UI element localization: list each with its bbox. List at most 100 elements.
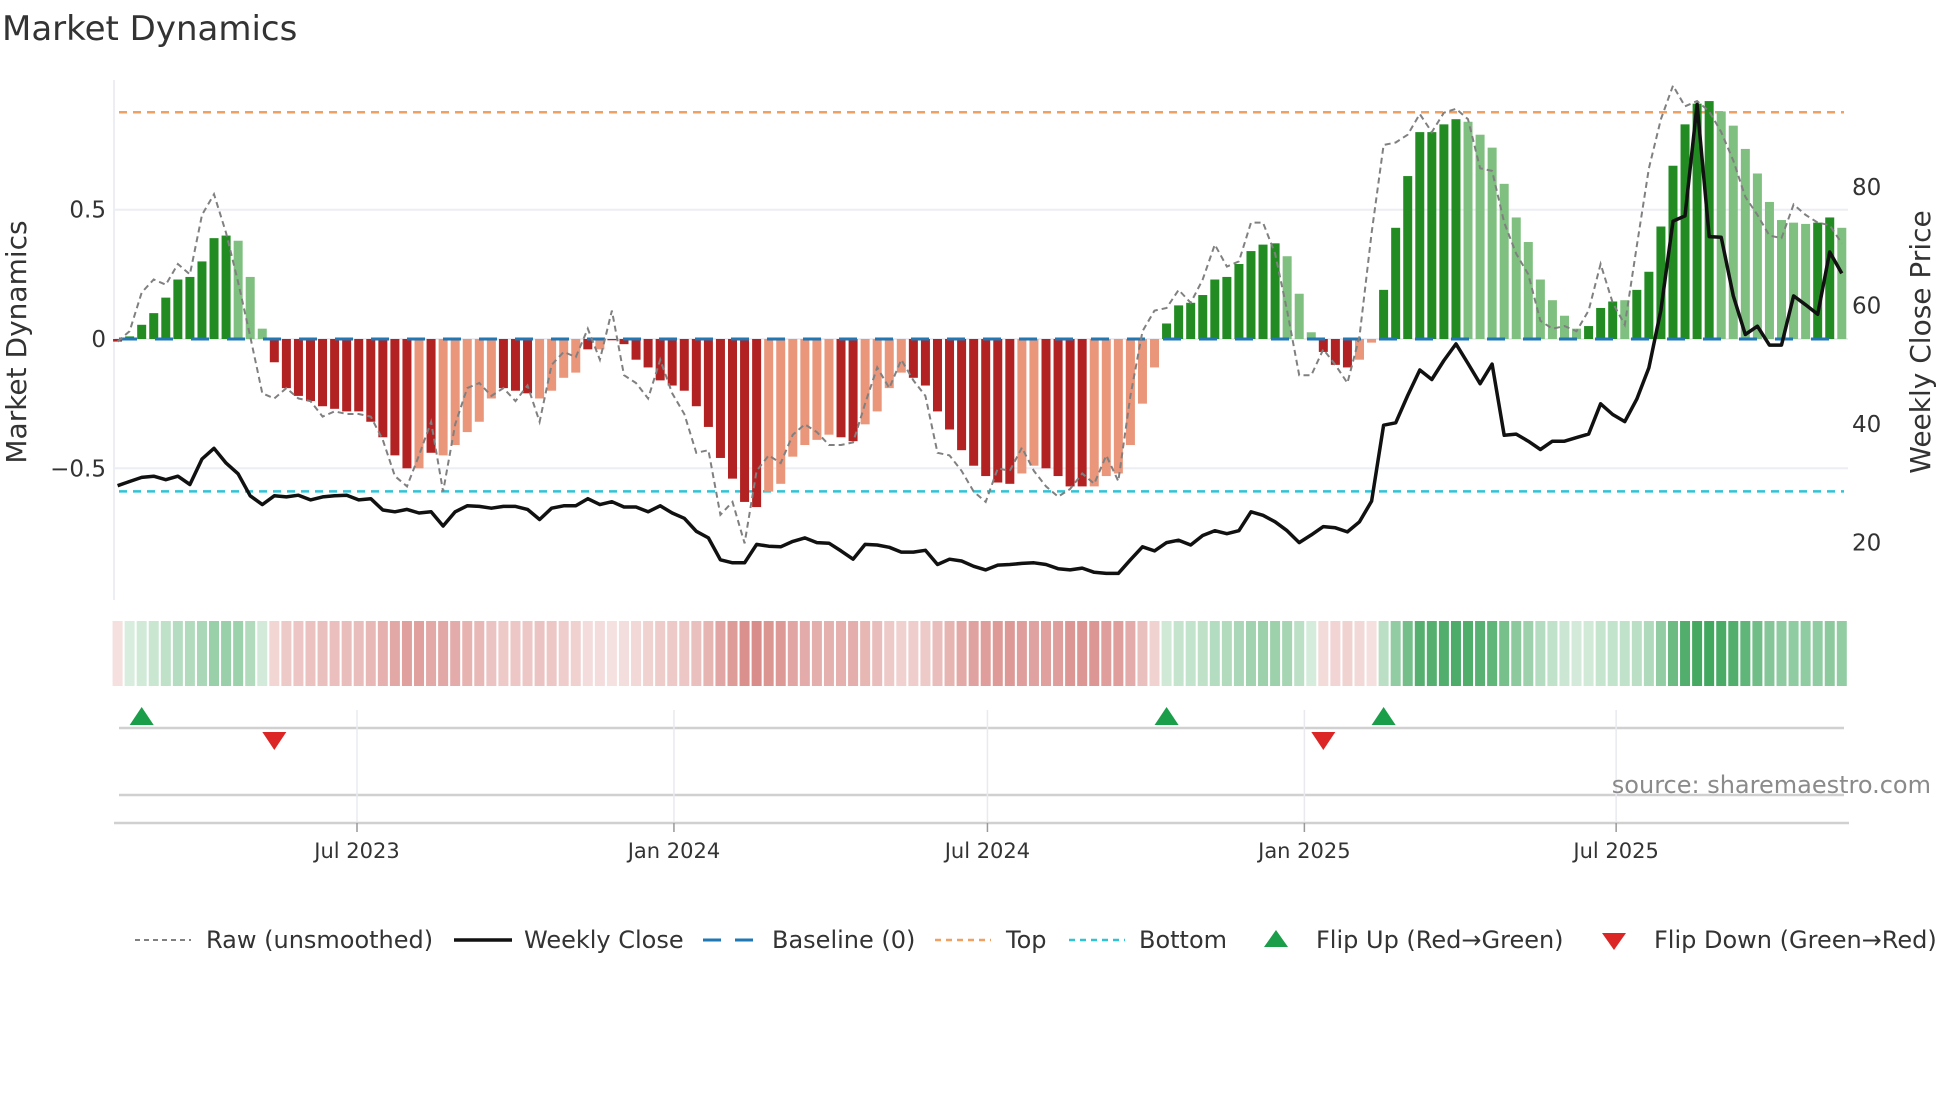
regime-strip-cell <box>365 621 376 686</box>
smoothed-bar <box>305 339 315 402</box>
regime-strip-cell <box>739 621 750 686</box>
regime-strip-cell <box>667 621 678 686</box>
smoothed-bar <box>764 339 774 492</box>
regime-strip-cell <box>558 621 569 686</box>
series-lines <box>116 83 1844 576</box>
smoothed-bar <box>1403 176 1413 339</box>
regime-strip-cell <box>1776 621 1787 686</box>
smoothed-bar <box>390 339 400 456</box>
regime-strip-cell <box>1475 621 1486 686</box>
date-tick-label: Jul 2023 <box>312 839 399 863</box>
regime-strip-cell <box>980 621 991 686</box>
regime-strip-cell <box>811 621 822 686</box>
smoothed-bar <box>1379 289 1389 339</box>
smoothed-bar <box>1041 339 1051 469</box>
smoothed-bar <box>1234 264 1244 339</box>
legend-flip-up-icon <box>1264 930 1288 947</box>
smoothed-bar <box>1342 339 1352 368</box>
smoothed-bar <box>740 339 750 502</box>
regime-strip-cell <box>848 621 859 686</box>
right-tick-label: 80 <box>1852 175 1881 201</box>
regime-strip-cell <box>631 621 642 686</box>
regime-strip-cell <box>655 621 666 686</box>
regime-strip-cell <box>1547 621 1558 686</box>
regime-strip-cell <box>221 621 232 686</box>
smoothed-bar <box>932 339 942 412</box>
regime-strip-cell <box>510 621 521 686</box>
smoothed-bar <box>583 339 593 350</box>
regime-strip-cell <box>172 621 183 686</box>
source-attribution: source: sharemaestro.com <box>1612 771 1931 799</box>
regime-strip-cell <box>438 621 449 686</box>
smoothed-bar <box>366 339 376 422</box>
smoothed-bar <box>1258 244 1268 339</box>
smoothed-bar <box>1789 222 1799 339</box>
smoothed-bar <box>993 339 1003 483</box>
smoothed-bar <box>438 339 448 456</box>
smoothed-bar <box>1415 132 1425 339</box>
regime-strip-cell <box>1643 621 1654 686</box>
regime-strip-cell <box>329 621 340 686</box>
smoothed-bar <box>957 339 967 451</box>
regime-strip-cell <box>1065 621 1076 686</box>
smoothed-bar <box>486 339 496 399</box>
regime-strip-cell <box>1438 621 1449 686</box>
regime-strip-cell <box>1667 621 1678 686</box>
regime-strip-cell <box>1788 621 1799 686</box>
regime-strip-cell <box>414 621 425 686</box>
regime-strip-cell <box>1571 621 1582 686</box>
smoothed-bar <box>1825 217 1835 339</box>
regime-strip-cell <box>305 621 316 686</box>
smoothed-bar <box>1125 339 1135 446</box>
regime-strip-cell <box>1270 621 1281 686</box>
smoothed-bar <box>1837 227 1847 339</box>
smoothed-bar <box>426 339 436 453</box>
regime-strip-cell <box>1245 621 1256 686</box>
regime-strip-cell <box>908 621 919 686</box>
regime-strip-cell <box>1366 621 1377 686</box>
smoothed-bar <box>1801 223 1811 339</box>
smoothed-bar <box>221 235 231 339</box>
smoothed-bar <box>969 339 979 466</box>
regime-strip-cell <box>1511 621 1522 686</box>
regime-strip-cell <box>1619 621 1630 686</box>
legend: Raw (unsmoothed) Weekly Close Baseline (… <box>135 926 1937 954</box>
right-tick-label: 40 <box>1852 412 1881 438</box>
date-tick-label: Jul 2024 <box>943 839 1030 863</box>
left-tick-label: −0.5 <box>50 456 106 482</box>
smoothed-bar <box>342 339 352 412</box>
regime-strip-cell <box>582 621 593 686</box>
legend-bottom-label: Bottom <box>1139 926 1227 954</box>
regime-strip-cell <box>245 621 256 686</box>
regime-strip-cell <box>1101 621 1112 686</box>
regime-strip-cell <box>1607 621 1618 686</box>
smoothed-bar <box>812 339 822 440</box>
regime-strip-cell <box>836 621 847 686</box>
regime-strip-cell <box>715 621 726 686</box>
regime-strip-cell <box>1740 621 1751 686</box>
smoothed-bar <box>149 313 159 339</box>
regime-strip-cell <box>618 621 629 686</box>
regime-strip-cell <box>209 621 220 686</box>
regime-strip-cell <box>1125 621 1136 686</box>
smoothed-bar <box>1150 339 1160 368</box>
regime-strip-cell <box>1499 621 1510 686</box>
regime-strip-cell <box>884 621 895 686</box>
smoothed-bar <box>1740 148 1750 339</box>
smoothed-bar <box>293 339 303 396</box>
smoothed-bar <box>498 339 508 389</box>
legend-flip-down-icon <box>1602 933 1626 950</box>
smoothed-bar <box>1282 256 1292 339</box>
smoothed-bar <box>1367 339 1377 343</box>
regime-strip-cell <box>1016 621 1027 686</box>
regime-strip-cell <box>1692 621 1703 686</box>
regime-strip-cell <box>679 621 690 686</box>
regime-strip-cell <box>1330 621 1341 686</box>
regime-strip-cell <box>1680 621 1691 686</box>
flip-up-marker <box>1154 707 1179 725</box>
smoothed-bar <box>257 328 267 339</box>
regime-strip-cell <box>1523 621 1534 686</box>
smoothed-bar <box>667 339 677 386</box>
smoothed-bar <box>559 339 569 378</box>
smoothed-bar <box>233 240 243 339</box>
